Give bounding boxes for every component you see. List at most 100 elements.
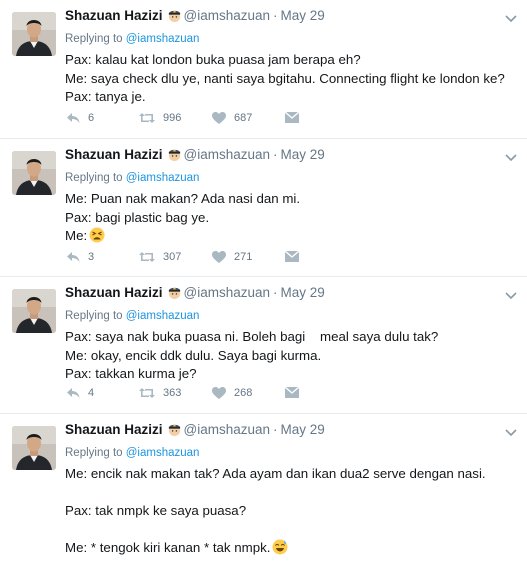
like-button[interactable]: 268 [211,386,252,400]
retweet-icon [138,111,156,125]
retweet-count: 363 [163,387,182,399]
pilot-emoji-icon [167,422,182,442]
chevron-down-icon[interactable] [504,150,518,162]
tweet-actions: 4 363 268 [65,386,305,406]
tweet-text: Me: encik nak makan tak? Ada ayam dan ik… [65,465,497,561]
tweet-line: Me: Puan nak makan? Ada nasi dan mi. [65,191,301,206]
heart-icon [211,250,227,264]
direct-message-button[interactable] [284,250,300,263]
user-handle[interactable]: @iamshazuan [184,147,271,162]
reply-count: 4 [88,387,95,399]
display-name[interactable]: Shazuan Hazizi [65,422,163,437]
replying-label: Replying to [65,310,123,322]
tweet-line: Me: saya check dlu ye, nanti saya bgitah… [65,70,505,86]
chevron-down-icon[interactable] [504,11,518,23]
retweet-button[interactable]: 363 [138,386,181,400]
chevron-down-icon[interactable] [504,288,518,300]
reply-icon [65,386,81,400]
timestamp[interactable]: May 29 [281,285,325,300]
tweet-header: Shazuan Hazizi @iamshazuan · May 29 [65,146,497,167]
retweet-count: 307 [163,251,182,263]
tweet-line: Pax: takkan kurma je? [65,366,197,382]
tweet-text: Pax: saya nak buka puasa ni. Boleh bagi … [65,328,497,384]
replying-to: Replying to @iamshazuan [65,446,497,461]
tweet[interactable]: Shazuan Hazizi @iamshazuan · May 29 Replyin… [0,139,527,277]
tweet[interactable]: Shazuan Hazizi @iamshazuan · May 29 Replyin… [0,414,527,560]
like-count: 271 [234,251,253,263]
like-count: 268 [234,387,253,399]
user-handle[interactable]: @iamshazuan [184,8,271,23]
tweet-text: Pax: kalau kat london buka puasa jam ber… [65,51,505,107]
tweet-line: Me: okay, encik ddk dulu. Saya bagi kurm… [65,347,322,363]
user-handle[interactable]: @iamshazuan [184,422,271,437]
tweet[interactable]: Shazuan Hazizi @iamshazuan · May 29 Replyin… [0,0,527,139]
avatar[interactable] [12,12,56,56]
tweet-line: Me: encik nak makan tak? Ada ayam dan ik… [65,466,486,481]
separator-dot: · [273,8,278,23]
separator-dot: · [273,285,278,300]
like-button[interactable]: 271 [211,250,252,264]
tweet-line: Pax: bagi plastic bag ye. [65,209,210,225]
like-button[interactable]: 687 [211,111,252,125]
tired-face-emoji-icon [89,227,105,249]
tweet-line: Me: [65,227,497,249]
replying-to: Replying to @iamshazuan [65,309,497,324]
timestamp[interactable]: May 29 [281,422,325,437]
envelope-icon [284,250,300,263]
separator-dot: · [273,147,278,162]
like-count: 687 [234,112,253,124]
heart-icon [211,386,227,400]
tweet[interactable]: Shazuan Hazizi @iamshazuan · May 29 Replyin… [0,277,527,414]
direct-message-button[interactable] [284,386,300,399]
tweet-line: Pax: tanya je. [65,89,146,105]
tweet-line: Me: * tengok kiri kanan * tak nmpk. [65,539,497,561]
tweet-line-text: Me: [65,228,88,244]
display-name[interactable]: Shazuan Hazizi [65,147,163,162]
replying-label: Replying to [65,172,123,184]
reply-button[interactable]: 4 [65,386,94,400]
avatar[interactable] [12,289,56,333]
separator-dot: · [273,422,278,437]
tweet-header: Shazuan Hazizi @iamshazuan · May 29 [65,421,497,442]
avatar[interactable] [12,151,56,195]
timestamp[interactable]: May 29 [281,8,325,23]
avatar[interactable] [12,426,56,470]
replying-handle-link[interactable]: @iamshazuan [126,310,200,322]
direct-message-button[interactable] [284,111,300,124]
chevron-down-icon[interactable] [504,425,518,437]
reply-button[interactable]: 6 [65,111,94,125]
replying-handle-link[interactable]: @iamshazuan [126,172,200,184]
tweet-header: Shazuan Hazizi @iamshazuan · May 29 [65,7,497,28]
display-name[interactable]: Shazuan Hazizi [65,8,163,23]
replying-label: Replying to [65,33,123,45]
reply-button[interactable]: 3 [65,250,94,264]
retweet-button[interactable]: 996 [138,111,181,125]
replying-handle-link[interactable]: @iamshazuan [126,447,200,459]
reply-icon [65,111,81,125]
reply-count: 6 [88,112,95,124]
timestamp[interactable]: May 29 [281,147,325,162]
tweet-header: Shazuan Hazizi @iamshazuan · May 29 [65,284,497,305]
tweet-content: Shazuan Hazizi @iamshazuan · May 29 Replyin… [65,7,505,107]
retweet-count: 996 [163,112,182,124]
envelope-icon [284,386,300,399]
tweet-line: Pax: saya nak buka puasa ni. Boleh bagi … [65,329,439,344]
envelope-icon [284,111,300,124]
replying-handle-link[interactable]: @iamshazuan [126,33,200,45]
tweet-line [65,484,497,503]
user-handle[interactable]: @iamshazuan [184,285,271,300]
replying-label: Replying to [65,447,123,459]
tweet-actions: 3 307 271 [65,250,305,270]
retweet-icon [138,386,156,400]
tweet-content: Shazuan Hazizi @iamshazuan · May 29 Replyin… [65,146,497,249]
reply-count: 3 [88,251,95,263]
display-name[interactable]: Shazuan Hazizi [65,285,163,300]
tweet-content: Shazuan Hazizi @iamshazuan · May 29 Replyin… [65,421,497,561]
tweet-line: Pax: kalau kat london buka puasa jam ber… [65,52,361,67]
tweet-line: Pax: tak nmpk ke saya puasa? [65,503,247,519]
retweet-icon [138,250,156,264]
retweet-button[interactable]: 307 [138,250,181,264]
tweet-feed: Shazuan Hazizi @iamshazuan · May 29 Replyin… [0,0,527,560]
tweet-line [65,521,497,540]
pilot-emoji-icon [167,285,182,305]
